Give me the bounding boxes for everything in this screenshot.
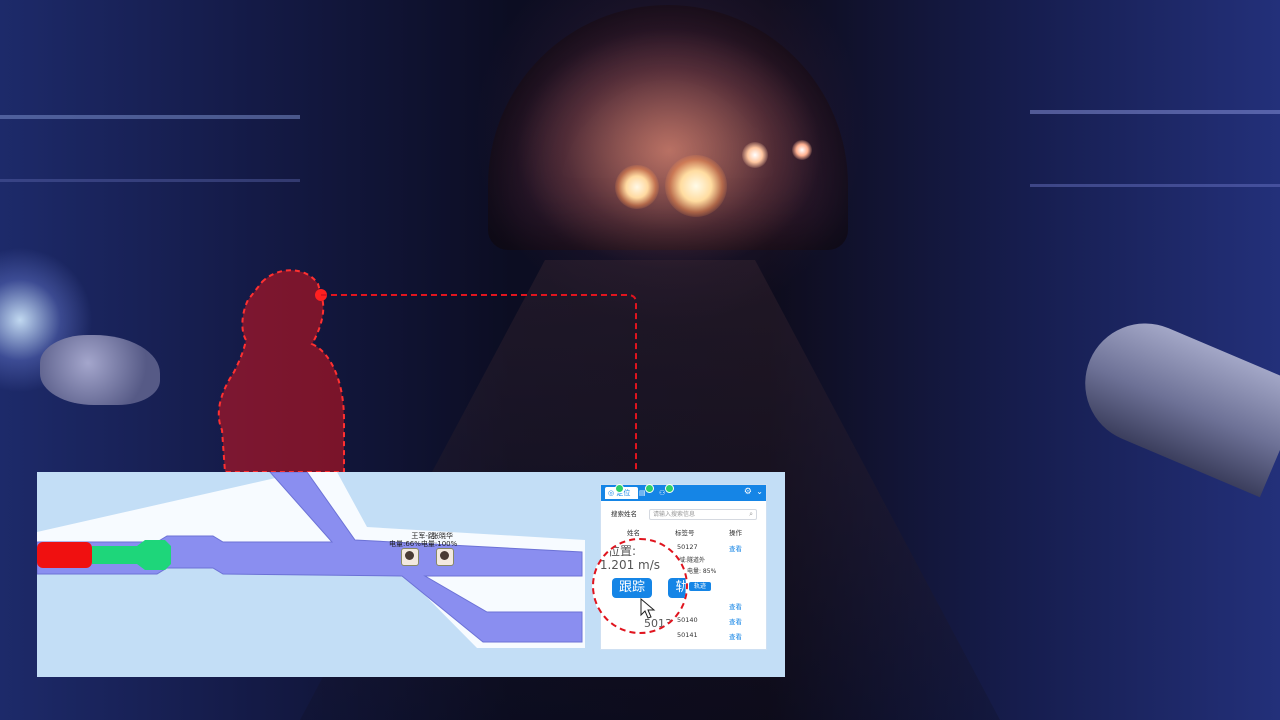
view-link[interactable]: 查看	[729, 543, 742, 553]
view-link[interactable]: 查看	[729, 631, 742, 641]
worker-name: 张晓华	[432, 532, 453, 540]
row-tag: 50127	[677, 543, 698, 551]
trajectory-button-zoomed[interactable]: 轨	[668, 578, 686, 598]
column-name: 姓名	[627, 529, 640, 537]
trajectory-button[interactable]: 轨迹	[689, 582, 711, 591]
search-icon[interactable]: ⌕	[749, 510, 753, 519]
speed-readout: 速度: 1.201 m/s	[592, 558, 661, 572]
search-input[interactable]: 请输入搜索信息 ⌕	[649, 509, 757, 520]
worker-label: 张晓华	[432, 532, 453, 540]
worker-avatar[interactable]	[436, 548, 454, 566]
gear-icon[interactable]: ⚙	[744, 487, 752, 497]
tab-person[interactable]: ⚇	[659, 484, 674, 499]
detail-battery: 电量: 85%	[687, 568, 717, 575]
worker-avatar[interactable]	[401, 548, 419, 566]
view-link[interactable]: 查看	[729, 616, 742, 626]
view-link[interactable]: 查看	[729, 601, 742, 611]
column-action: 操作	[729, 529, 742, 537]
worker-battery: 电量:66%电量:100%	[389, 540, 458, 548]
panel-header: ◎ 定位 ▤ ⚇ ⚙ ⌄	[601, 484, 766, 501]
chevron-down-icon[interactable]: ⌄	[756, 487, 763, 496]
tab-badge	[665, 484, 674, 493]
column-tag: 标签号	[675, 529, 695, 537]
row-tag: 50140	[677, 616, 698, 624]
row-tag: 50141	[677, 631, 698, 639]
tab-badge	[645, 484, 654, 493]
search-placeholder: 请输入搜索信息	[653, 511, 696, 518]
table-header: 姓名 标签号 操作	[607, 527, 762, 537]
search-label: 搜索姓名	[611, 510, 637, 518]
zone-red	[37, 542, 92, 568]
tab-badge	[615, 484, 624, 493]
tab-location[interactable]: ◎ 定位	[605, 484, 638, 499]
track-button[interactable]: 跟踪	[612, 578, 652, 598]
person-icon: ⚇	[659, 489, 666, 497]
location-icon: ◎	[608, 489, 615, 497]
worker-silhouette	[217, 269, 345, 473]
mouse-cursor-icon	[640, 598, 656, 619]
tab-list[interactable]: ▤	[639, 484, 654, 499]
search-row: 搜索姓名 请输入搜索信息 ⌕	[609, 509, 759, 520]
